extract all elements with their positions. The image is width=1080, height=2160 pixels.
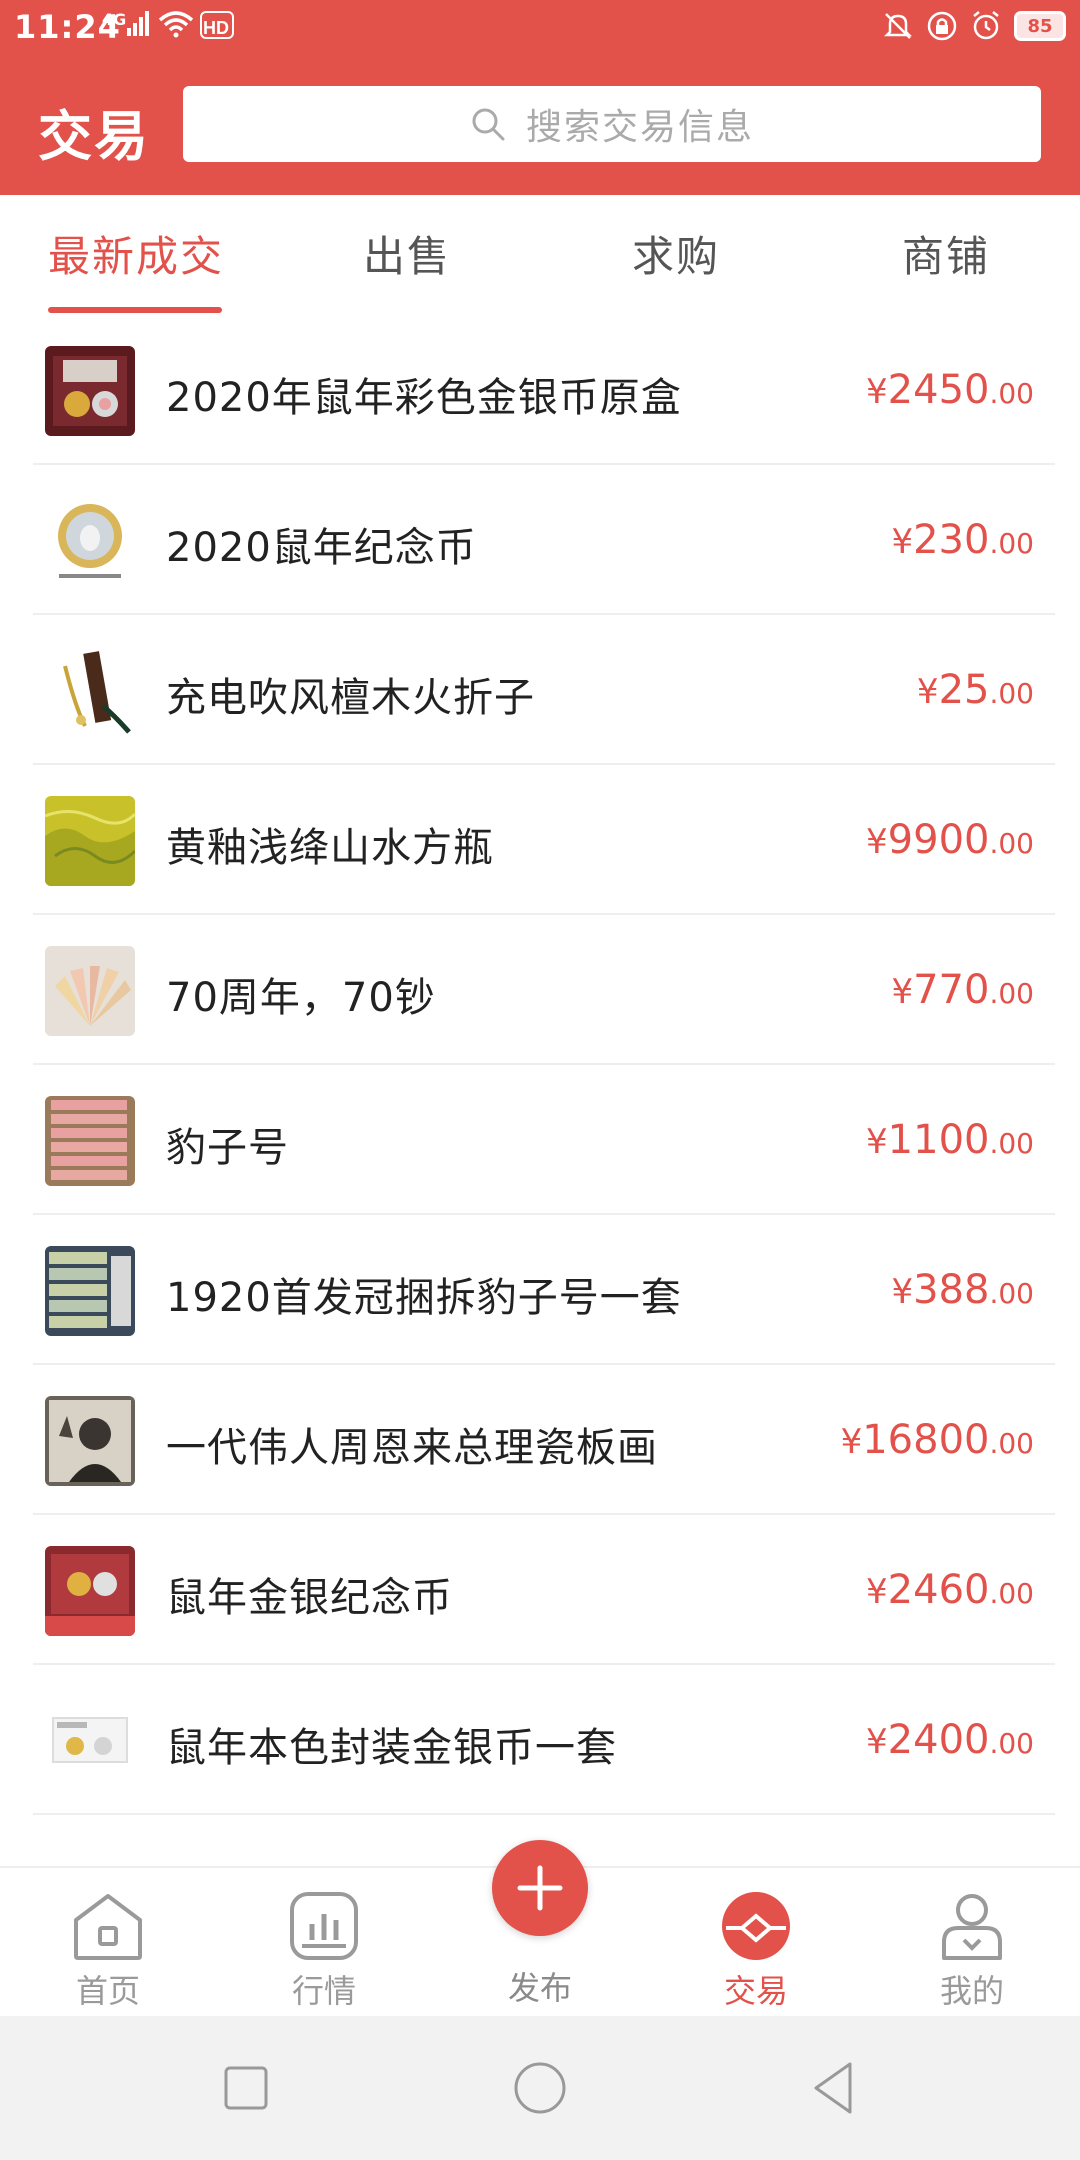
item-title: 豹子号	[166, 1125, 289, 1171]
lock-rotation-icon	[927, 11, 957, 41]
item-price: ¥1100.00	[866, 1117, 1034, 1163]
item-thumbnail	[45, 646, 135, 736]
item-title: 充电吹风檀木火折子	[166, 675, 535, 721]
hd-call-icon: HD	[200, 11, 234, 39]
item-price: ¥388.00	[891, 1267, 1034, 1313]
item-title: 2020鼠年纪念币	[166, 525, 477, 571]
wifi-icon	[158, 11, 194, 38]
publish-label[interactable]: 发布	[480, 1963, 600, 2009]
item-price: ¥230.00	[891, 517, 1034, 563]
list-item[interactable]: 1920首发冠捆拆豹子号一套 ¥388.00	[0, 1215, 1080, 1365]
user-icon	[942, 1894, 1002, 1960]
search-placeholder: 搜索交易信息	[525, 107, 754, 148]
deal-list: 2020年鼠年彩色金银币原盒 ¥2450.00 2020鼠年纪念币 ¥230.0…	[0, 315, 1080, 1815]
plus-icon	[517, 1865, 563, 1911]
item-title: 70周年，70钞	[166, 975, 436, 1021]
page-title: 交易	[38, 105, 150, 168]
list-item[interactable]: 2020鼠年纪念币 ¥230.00	[0, 465, 1080, 615]
item-thumbnail	[45, 1096, 135, 1186]
network-type: 4G	[102, 10, 127, 29]
chart-icon	[290, 1892, 358, 1960]
nav-home-label: 首页	[75, 1972, 140, 2010]
list-item[interactable]: 充电吹风檀木火折子 ¥25.00	[0, 615, 1080, 765]
list-item[interactable]: 2020年鼠年彩色金银币原盒 ¥2450.00	[0, 315, 1080, 465]
list-item[interactable]: 黄釉浅绛山水方瓶 ¥9900.00	[0, 765, 1080, 915]
battery-level: 85	[1027, 15, 1053, 37]
mute-bell-icon	[883, 13, 913, 39]
status-bar: 11:24 4G HD 85	[0, 0, 1080, 55]
tab-shops[interactable]: 商铺	[902, 223, 990, 284]
search-bar[interactable]: 搜索交易信息	[183, 86, 1041, 162]
signal-icon	[127, 11, 149, 36]
tab-bar: 最新成交 出售 求购 商铺	[0, 195, 1080, 315]
publish-button[interactable]	[492, 1840, 588, 1936]
item-thumbnail	[45, 1396, 135, 1486]
item-title: 黄釉浅绛山水方瓶	[166, 825, 494, 871]
list-item[interactable]: 鼠年金银纪念币 ¥2460.00	[0, 1515, 1080, 1665]
item-title: 1920首发冠捆拆豹子号一套	[166, 1275, 682, 1321]
item-price: ¥25.00	[916, 667, 1034, 713]
home-button-icon[interactable]	[510, 2058, 570, 2118]
nav-profile-label: 我的	[939, 1972, 1004, 2010]
nav-trade[interactable]: 交易	[696, 1890, 816, 2012]
nav-profile[interactable]: 我的	[912, 1890, 1032, 2012]
item-thumbnail	[45, 1246, 135, 1336]
app-header: 11:24 4G HD 85 交易 搜索交易信息	[0, 0, 1080, 195]
item-thumbnail	[45, 946, 135, 1036]
item-thumbnail	[45, 496, 135, 586]
back-icon[interactable]	[804, 2058, 864, 2118]
tab-latest-deals[interactable]: 最新成交	[48, 223, 224, 284]
item-price: ¥2400.00	[866, 1717, 1034, 1763]
nav-market[interactable]: 行情	[264, 1890, 384, 2012]
item-price: ¥2450.00	[866, 367, 1034, 413]
recent-apps-icon[interactable]	[216, 2058, 276, 2118]
trade-icon	[722, 1892, 790, 1960]
trade-page: 11:24 4G HD 85 交易 搜索交易信息 最新成交 出售 求购 商铺 2…	[0, 0, 1080, 2160]
nav-market-label: 行情	[291, 1972, 356, 2010]
item-price: ¥9900.00	[866, 817, 1034, 863]
item-title: 鼠年本色封装金银币一套	[166, 1725, 617, 1771]
list-item[interactable]: 鼠年本色封装金银币一套 ¥2400.00	[0, 1665, 1080, 1815]
nav-trade-label: 交易	[723, 1972, 788, 2010]
tab-sell[interactable]: 出售	[363, 223, 451, 284]
tab-buy[interactable]: 求购	[632, 223, 720, 284]
item-title: 一代伟人周恩来总理瓷板画	[166, 1425, 658, 1471]
item-price: ¥16800.00	[840, 1417, 1034, 1463]
item-thumbnail	[45, 1696, 135, 1786]
item-title: 鼠年金银纪念币	[166, 1575, 453, 1621]
item-thumbnail	[45, 346, 135, 436]
item-thumbnail	[45, 796, 135, 886]
battery-indicator: 85	[1014, 11, 1066, 41]
alarm-icon	[973, 11, 999, 40]
list-item[interactable]: 70周年，70钞 ¥770.00	[0, 915, 1080, 1065]
list-item[interactable]: 豹子号 ¥1100.00	[0, 1065, 1080, 1215]
item-thumbnail	[45, 1546, 135, 1636]
system-nav-bar	[0, 2016, 1080, 2160]
home-icon	[74, 1894, 142, 1960]
item-price: ¥2460.00	[866, 1567, 1034, 1613]
svg-text:HD: HD	[203, 18, 229, 38]
item-price: ¥770.00	[891, 967, 1034, 1013]
search-icon	[472, 108, 505, 141]
status-right: 85	[882, 10, 1066, 42]
item-title: 2020年鼠年彩色金银币原盒	[166, 375, 682, 421]
nav-home[interactable]: 首页	[48, 1890, 168, 2012]
list-item[interactable]: 一代伟人周恩来总理瓷板画 ¥16800.00	[0, 1365, 1080, 1515]
active-tab-indicator	[48, 307, 222, 313]
